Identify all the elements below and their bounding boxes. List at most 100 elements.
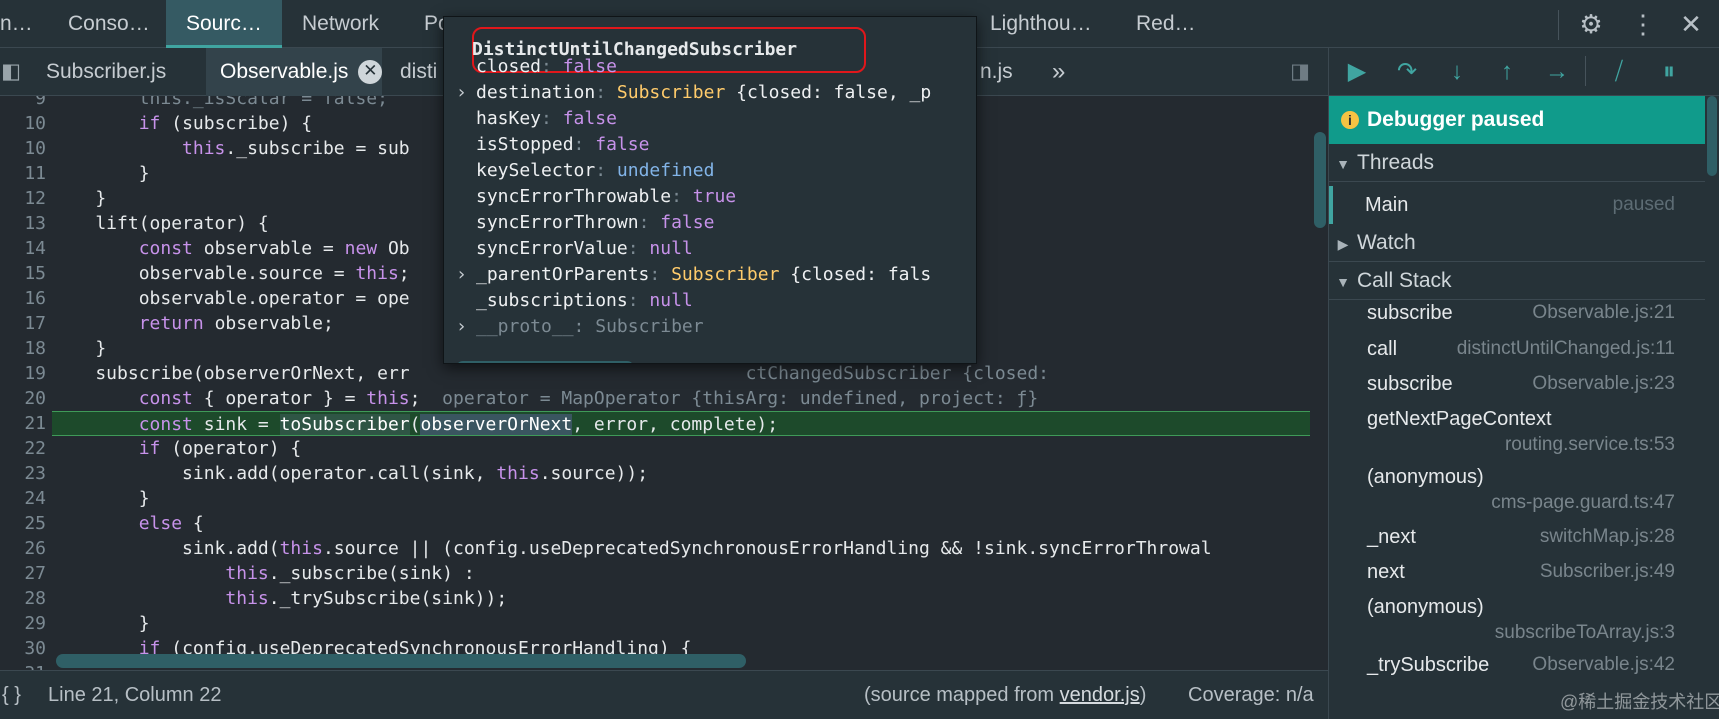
call-stack-section-header[interactable]: ▼ Call Stack bbox=[1329, 262, 1705, 300]
property-row[interactable]: › __proto__: Subscriber bbox=[456, 313, 976, 341]
line-number[interactable]: 21 bbox=[0, 411, 46, 436]
watch-section-header[interactable]: ▶ Watch bbox=[1329, 224, 1705, 262]
toggle-navigator-icon[interactable]: ◧ bbox=[0, 48, 22, 96]
code-line[interactable]: this._trySubscribe(sink)); bbox=[52, 586, 1310, 611]
property-key: _parentOrParents bbox=[476, 264, 650, 285]
thread-main[interactable]: Main paused bbox=[1329, 186, 1705, 224]
line-number[interactable]: 23 bbox=[0, 461, 46, 486]
line-number[interactable]: 31 bbox=[0, 661, 46, 670]
call-stack-frame[interactable]: next Subscriber.js:49 bbox=[1329, 561, 1705, 595]
property-row[interactable]: › _parentOrParents: Subscriber {closed: f… bbox=[456, 261, 976, 289]
property-row[interactable]: › destination: Subscriber {closed: false,… bbox=[456, 79, 976, 107]
call-stack-frame[interactable]: subscribe Observable.js:21 bbox=[1329, 302, 1705, 336]
step-icon[interactable]: → bbox=[1539, 56, 1575, 88]
call-stack-frame[interactable]: subscribe Observable.js:23 bbox=[1329, 373, 1705, 407]
line-number[interactable]: 28 bbox=[0, 586, 46, 611]
line-number[interactable]: 11 bbox=[0, 161, 46, 186]
call-stack-frame[interactable]: (anonymous) subscribeToArray.js:3 bbox=[1329, 596, 1705, 652]
line-number[interactable]: 16 bbox=[0, 286, 46, 311]
frame-location: Observable.js:23 bbox=[1532, 373, 1675, 394]
code-line[interactable]: this._subscribe(sink) : bbox=[52, 561, 1310, 586]
expand-arrow-icon[interactable]: › bbox=[456, 261, 467, 289]
current-execution-line[interactable]: const sink = toSubscriber(observerOrNext… bbox=[52, 411, 1310, 436]
line-number[interactable]: 13 bbox=[0, 211, 46, 236]
collapsed-triangle-icon: ▶ bbox=[1337, 236, 1349, 252]
close-tab-icon[interactable]: ✕ bbox=[358, 60, 382, 85]
code-line[interactable]: sink.add(this.source || (config.useDepre… bbox=[52, 536, 1310, 561]
line-number[interactable]: 15 bbox=[0, 261, 46, 286]
file-tab-distinct[interactable]: disti bbox=[400, 48, 444, 96]
editor-vertical-scrollbar[interactable] bbox=[1314, 132, 1326, 228]
line-number[interactable]: 27 bbox=[0, 561, 46, 586]
line-number[interactable]: 30 bbox=[0, 636, 46, 661]
code-token: } bbox=[52, 338, 107, 359]
code-line[interactable]: else { bbox=[52, 511, 1310, 536]
line-number[interactable]: 26 bbox=[0, 536, 46, 561]
panel-tab-elements[interactable]: n… bbox=[0, 0, 30, 48]
property-value: null bbox=[649, 238, 693, 259]
settings-gear-icon[interactable]: ⚙ bbox=[1574, 8, 1608, 40]
resume-icon[interactable]: ▶ bbox=[1339, 56, 1375, 88]
line-number[interactable]: 17 bbox=[0, 311, 46, 336]
panel-tab-console[interactable]: Conso… bbox=[68, 0, 148, 48]
line-number[interactable]: 10 bbox=[0, 136, 46, 161]
close-devtools-icon[interactable]: ✕ bbox=[1674, 8, 1708, 40]
line-number[interactable]: 29 bbox=[0, 611, 46, 636]
property-key: syncErrorValue bbox=[476, 238, 628, 259]
code-line[interactable]: } bbox=[52, 611, 1310, 636]
line-number[interactable]: 20 bbox=[0, 386, 46, 411]
panel-tab-network[interactable]: Network bbox=[302, 0, 402, 48]
step-out-icon[interactable]: ↑ bbox=[1489, 56, 1525, 88]
popover-horizontal-scrollbar[interactable] bbox=[456, 361, 634, 363]
code-token: const bbox=[138, 238, 193, 259]
code-token: else bbox=[138, 513, 183, 534]
variable-preview-popover[interactable]: DistinctUntilChangedSubscriber closed: f… bbox=[443, 16, 977, 364]
deactivate-breakpoints-icon[interactable]: ⧸ bbox=[1601, 56, 1637, 88]
panel-tab-lighthouse[interactable]: Lighthou… bbox=[990, 0, 1100, 48]
code-line[interactable]: subscribe(observerOrNext, err ctChangedS… bbox=[52, 361, 1310, 386]
sidebar-scrollbar[interactable] bbox=[1707, 96, 1717, 176]
line-number[interactable]: 22 bbox=[0, 436, 46, 461]
expand-arrow-icon[interactable]: › bbox=[456, 313, 467, 341]
code-token: , error, complete); bbox=[572, 414, 779, 435]
step-over-icon[interactable]: ↷ bbox=[1389, 56, 1425, 88]
line-number[interactable]: 25 bbox=[0, 511, 46, 536]
file-tab-subscriber[interactable]: Subscriber.js bbox=[46, 48, 196, 96]
panel-tab-performance[interactable]: Po bbox=[424, 0, 444, 48]
file-tab-partial[interactable]: n.js bbox=[980, 48, 1030, 96]
panel-tab-redux[interactable]: Red… bbox=[1136, 0, 1196, 48]
call-stack-frame[interactable]: _next switchMap.js:28 bbox=[1329, 526, 1705, 560]
more-tabs-icon[interactable]: » bbox=[1052, 48, 1076, 96]
line-number[interactable]: 9 bbox=[0, 96, 46, 111]
property-key: syncErrorThrown bbox=[476, 212, 639, 233]
line-number-gutter[interactable]: 9 10 10 11 12 13 14 15 16 17 18 19 20 21 22 23 24 25 26 27 2… bbox=[0, 96, 52, 670]
editor-horizontal-scrollbar[interactable] bbox=[56, 654, 746, 668]
panel-tab-sources[interactable]: Sourc… bbox=[166, 0, 282, 48]
line-number[interactable]: 24 bbox=[0, 486, 46, 511]
line-number[interactable]: 12 bbox=[0, 186, 46, 211]
code-token: } bbox=[52, 163, 150, 184]
line-number[interactable]: 19 bbox=[0, 361, 46, 386]
expand-arrow-icon[interactable]: › bbox=[456, 79, 467, 107]
call-stack-frame[interactable]: getNextPageContext routing.service.ts:53 bbox=[1329, 408, 1705, 464]
code-line[interactable]: } bbox=[52, 486, 1310, 511]
line-number[interactable]: 14 bbox=[0, 236, 46, 261]
pause-on-exceptions-icon[interactable]: ⏸ bbox=[1651, 56, 1687, 88]
call-stack-frame[interactable]: _trySubscribe Observable.js:42 bbox=[1329, 654, 1705, 688]
pretty-print-icon[interactable]: { } bbox=[2, 671, 21, 719]
code-line[interactable]: if (operator) { bbox=[52, 436, 1310, 461]
call-stack-frame[interactable]: call distinctUntilChanged.js:11 bbox=[1329, 338, 1705, 372]
line-number[interactable]: 18 bbox=[0, 336, 46, 361]
code-line[interactable]: sink.add(operator.call(sink, this.source… bbox=[52, 461, 1310, 486]
threads-section-header[interactable]: ▼ Threads bbox=[1329, 144, 1705, 182]
more-options-icon[interactable]: ⋮ bbox=[1626, 8, 1660, 40]
line-number[interactable]: 10 bbox=[0, 111, 46, 136]
code-line[interactable]: const { operator } = this; operator = Ma… bbox=[52, 386, 1310, 411]
toggle-debugger-sidebar-icon[interactable]: ◨ bbox=[1286, 48, 1314, 96]
step-into-icon[interactable]: ↓ bbox=[1439, 56, 1475, 88]
call-stack-frame[interactable]: (anonymous) cms-page.guard.ts:47 bbox=[1329, 466, 1705, 522]
source-map-link[interactable]: vendor.js bbox=[1060, 684, 1140, 706]
file-tab-observable[interactable]: Observable.js ✕ bbox=[206, 48, 382, 96]
